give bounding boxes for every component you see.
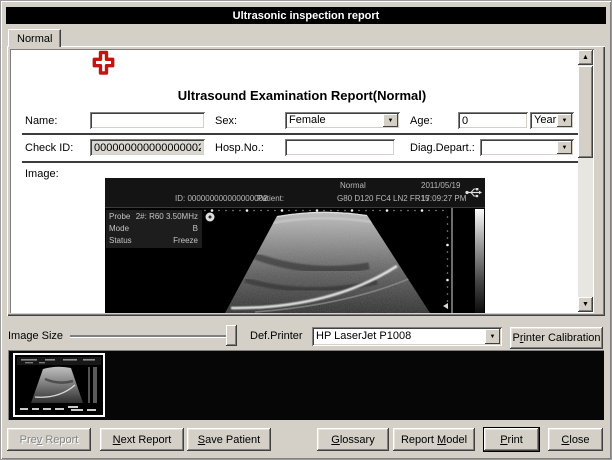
- prev-report-button: Prev Report: [7, 428, 91, 451]
- age-unit-value: Year: [534, 114, 556, 126]
- report-scroll-area: Ultrasound Examination Report(Normal) Na…: [10, 49, 594, 313]
- tab-label: Normal: [17, 33, 52, 45]
- sex-select[interactable]: Female ▼: [285, 112, 400, 129]
- printer-dropdown-arrow-icon[interactable]: ▼: [485, 329, 500, 344]
- status-label: Status: [109, 236, 132, 245]
- us-date: 2011/05/19: [421, 181, 460, 190]
- scroll-down-button[interactable]: ▼: [578, 297, 593, 312]
- ultrasound-image: Normal 2011/05/19 ID: 000000000000000002…: [105, 178, 485, 313]
- us-time: 17:09:27 PM: [421, 194, 466, 203]
- image-size-label: Image Size: [8, 330, 63, 342]
- thumbnail-selected[interactable]: [13, 353, 105, 417]
- check-id-input[interactable]: [90, 139, 205, 156]
- status-value: Freeze: [173, 236, 198, 245]
- diag-depart-dropdown-arrow-icon[interactable]: ▼: [557, 141, 572, 154]
- up-arrow-icon: ▲: [582, 54, 589, 61]
- printer-calibration-button[interactable]: Printer Calibration: [510, 327, 603, 349]
- def-printer-label: Def.Printer: [250, 330, 303, 342]
- hosp-no-label: Hosp.No.:: [215, 142, 264, 154]
- scrollbar-thumb[interactable]: [578, 66, 593, 158]
- age-input[interactable]: [458, 112, 528, 129]
- diag-depart-label: Diag.Depart.:: [410, 142, 475, 154]
- us-id: ID: 000000000000000002: [175, 194, 268, 203]
- grayscale-bar: [475, 209, 484, 313]
- ultrasound-header: Normal 2011/05/19 ID: 000000000000000002…: [105, 178, 485, 208]
- probe-value: 2#: R60 3.50MHz: [136, 212, 198, 221]
- mode-label: Mode: [109, 224, 129, 233]
- glossary-button[interactable]: Glossary: [317, 428, 389, 451]
- vertical-scrollbar[interactable]: ▲ ▼: [578, 50, 593, 312]
- printer-select[interactable]: HP LaserJet P1008 ▼: [312, 327, 502, 346]
- image-size-slider-track[interactable]: [70, 335, 237, 337]
- divider: [22, 133, 578, 135]
- probe-label: Probe: [109, 212, 130, 221]
- thumbnail-strip: [8, 350, 604, 420]
- report-title: Ultrasound Examination Report(Normal): [10, 88, 594, 103]
- check-id-label: Check ID:: [25, 142, 73, 154]
- sex-dropdown-arrow-icon[interactable]: ▼: [383, 114, 398, 127]
- mode-value: B: [193, 224, 198, 233]
- save-patient-button[interactable]: Save Patient: [187, 428, 271, 451]
- us-preset: Normal: [340, 181, 366, 190]
- down-arrow-icon: ▼: [582, 301, 589, 308]
- us-patient-label: Patient:: [257, 194, 284, 203]
- sex-label: Sex:: [215, 115, 237, 127]
- close-button[interactable]: Close: [548, 428, 603, 451]
- sex-value: Female: [289, 114, 326, 126]
- scroll-up-button[interactable]: ▲: [578, 50, 593, 65]
- image-label: Image:: [25, 168, 59, 180]
- window-titlebar[interactable]: Ultrasonic inspection report: [6, 7, 606, 24]
- us-params: G80 D120 FC4 LN2 FR15: [337, 194, 430, 203]
- next-report-button[interactable]: Next Report: [100, 428, 184, 451]
- age-label: Age:: [410, 115, 433, 127]
- diag-depart-select[interactable]: ▼: [480, 139, 574, 156]
- window-title: Ultrasonic inspection report: [233, 10, 380, 22]
- usb-icon: [465, 187, 482, 198]
- tab-normal[interactable]: Normal: [8, 29, 61, 47]
- image-size-slider-thumb[interactable]: [226, 325, 237, 346]
- age-unit-dropdown-arrow-icon[interactable]: ▼: [557, 114, 572, 127]
- ultrasonic-report-window: Ultrasonic inspection report Normal Ultr…: [0, 0, 612, 460]
- print-button[interactable]: Print: [483, 427, 540, 452]
- hosp-no-input[interactable]: [285, 139, 395, 156]
- divider: [22, 161, 578, 163]
- name-label: Name:: [25, 115, 57, 127]
- ultrasound-info-box: Probe 2#: R60 3.50MHz Mode B Status Free…: [106, 210, 202, 248]
- age-unit-select[interactable]: Year ▼: [530, 112, 574, 129]
- name-input[interactable]: [90, 112, 205, 129]
- medical-cross-icon: [92, 50, 115, 79]
- report-model-button[interactable]: Report Model: [393, 428, 475, 451]
- printer-name: HP LaserJet P1008: [316, 330, 411, 342]
